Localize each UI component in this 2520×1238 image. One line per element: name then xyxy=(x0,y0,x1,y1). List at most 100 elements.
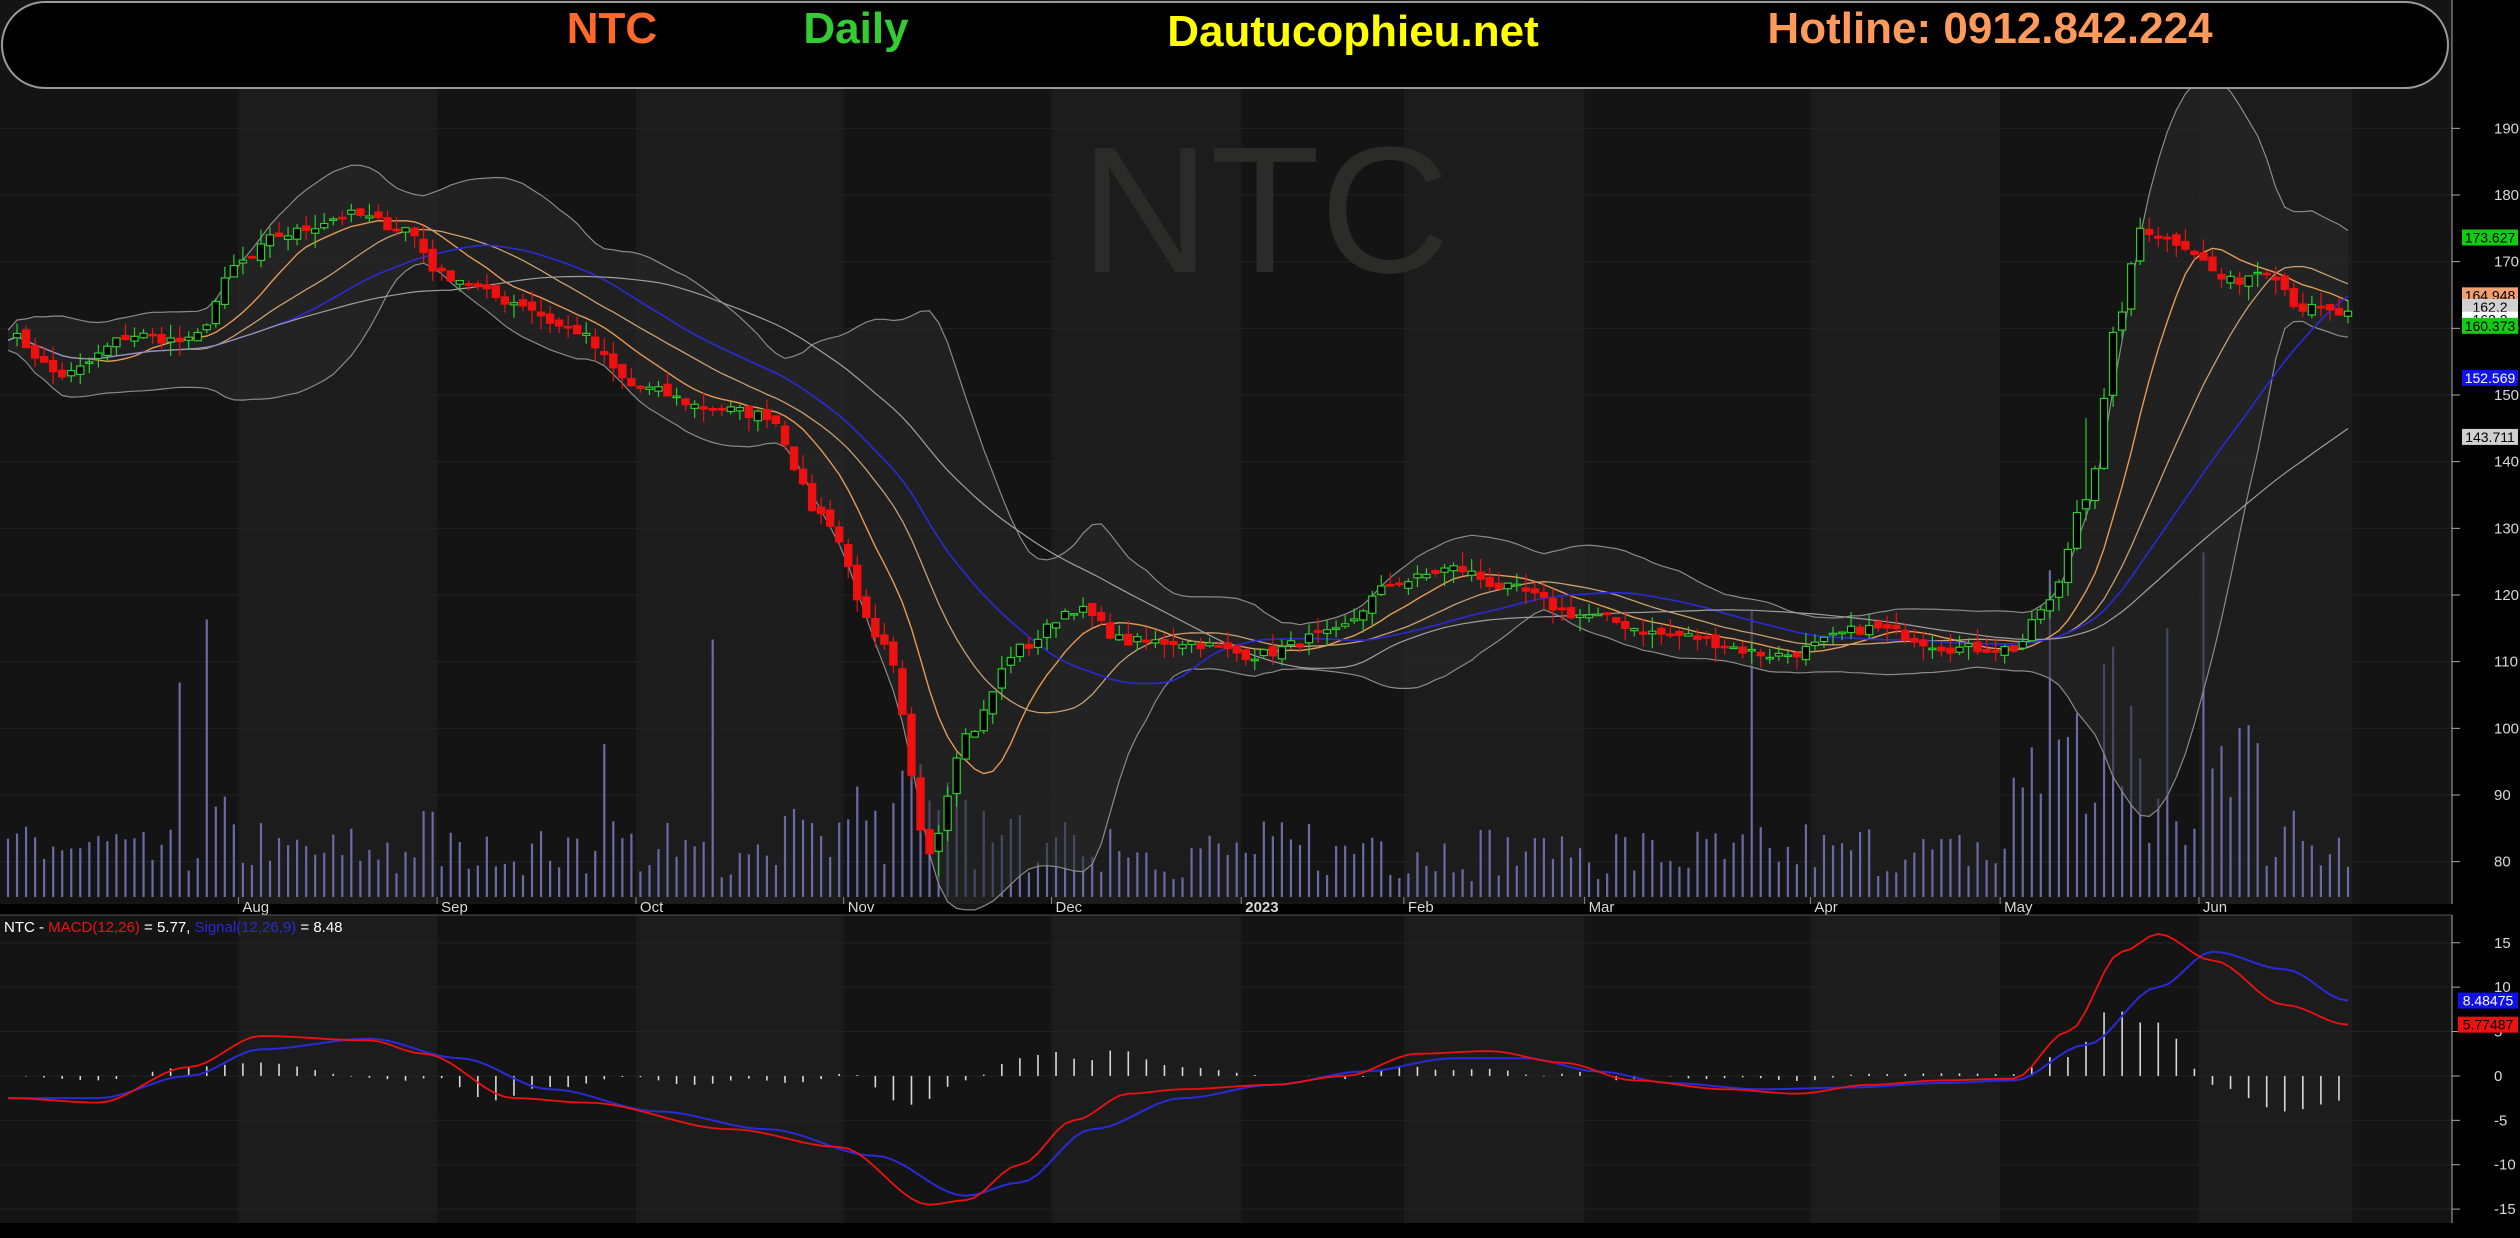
candle-down xyxy=(2325,304,2335,311)
candle-down xyxy=(1223,642,1232,650)
candle-up xyxy=(2136,227,2145,262)
candle-up xyxy=(1187,640,1196,646)
candle-down xyxy=(392,228,401,232)
candle-up xyxy=(139,332,148,339)
macd-tick-label: -15 xyxy=(2494,1201,2516,1218)
candle-up xyxy=(112,337,121,348)
candle-up xyxy=(1684,633,1693,637)
price-tag-label: 152.569 xyxy=(2465,370,2516,386)
candle-down xyxy=(1639,631,1648,635)
price-tick-label: 80 xyxy=(2494,854,2511,871)
candle-down xyxy=(807,483,817,512)
candle-up xyxy=(1151,639,1160,644)
candle-down xyxy=(1386,583,1395,587)
candle-down xyxy=(871,618,880,638)
candle-down xyxy=(1268,646,1278,657)
candle-down xyxy=(1693,635,1702,641)
macd-legend-sep: - xyxy=(35,919,48,936)
candle-up xyxy=(1440,567,1449,573)
candle-up xyxy=(735,407,745,412)
candle-up xyxy=(1205,642,1214,647)
candle-up xyxy=(654,386,663,392)
macd-tag-label: 5.77487 xyxy=(2463,1017,2514,1033)
candle-up xyxy=(1512,583,1522,587)
month-band xyxy=(238,0,438,904)
candle-up xyxy=(1765,656,1774,660)
month-band xyxy=(1810,0,2001,904)
candle-down xyxy=(1106,622,1115,639)
price-tag-label: 160.373 xyxy=(2465,318,2516,334)
candle-up xyxy=(582,332,591,336)
candle-down xyxy=(1431,570,1440,574)
price-tick-label: 140 xyxy=(2494,454,2519,471)
candle-down xyxy=(1919,639,1928,647)
candle-down xyxy=(410,227,419,237)
candle-up xyxy=(1846,625,1856,634)
candle-down xyxy=(2208,256,2217,272)
candle-up xyxy=(2072,511,2082,549)
candle-down xyxy=(536,311,546,317)
candle-down xyxy=(844,544,853,568)
candle-down xyxy=(663,383,672,397)
candle-up xyxy=(166,337,175,343)
candle-down xyxy=(2334,307,2344,316)
candle-up xyxy=(2018,640,2027,649)
candle-down xyxy=(491,285,501,298)
candle-up xyxy=(193,331,202,342)
candle-down xyxy=(374,211,383,219)
candle-down xyxy=(464,283,473,286)
candle-down xyxy=(1991,650,2000,653)
candle-down xyxy=(1548,598,1558,611)
candle-down xyxy=(1232,645,1241,654)
candle-down xyxy=(2262,272,2271,276)
candle-down xyxy=(618,363,627,379)
candle-up xyxy=(256,243,266,261)
candle-up xyxy=(1928,647,1937,651)
candle-up xyxy=(970,730,979,738)
candle-up xyxy=(988,691,997,715)
candle-up xyxy=(1304,633,1314,644)
candle-down xyxy=(1097,611,1106,622)
candle-up xyxy=(1503,582,1512,590)
candle-up xyxy=(997,668,1007,689)
candle-down xyxy=(762,409,772,421)
candle-up xyxy=(1259,649,1269,657)
candle-down xyxy=(853,564,862,601)
watermark: NTC xyxy=(1080,110,1450,311)
candle-up xyxy=(1810,641,1820,647)
price-tick-label: 110 xyxy=(2494,654,2518,671)
candle-down xyxy=(1611,617,1621,623)
month-label: Apr xyxy=(1814,899,1837,916)
candle-up xyxy=(1783,654,1793,658)
candle-up xyxy=(2343,310,2353,317)
candle-up xyxy=(1133,636,1142,643)
candle-up xyxy=(2226,275,2235,284)
candle-up xyxy=(455,280,464,285)
month-label: Mar xyxy=(1589,899,1615,916)
candle-down xyxy=(1675,630,1684,636)
macd-legend-signal-value: = 8.48 xyxy=(296,919,342,936)
candle-up xyxy=(1467,570,1476,576)
candle-up xyxy=(1404,581,1413,589)
candle-up xyxy=(1449,565,1458,572)
candle-down xyxy=(1241,649,1250,661)
candle-down xyxy=(356,208,365,216)
macd-tick-label: 0 xyxy=(2494,1068,2502,1085)
candle-down xyxy=(1910,637,1919,643)
candle-up xyxy=(943,795,952,832)
candle-down xyxy=(1873,621,1883,629)
candle-down xyxy=(2199,252,2208,261)
price-tick-label: 150 xyxy=(2494,387,2519,404)
candle-up xyxy=(1422,573,1431,579)
candle-up xyxy=(347,209,356,215)
candle-down xyxy=(21,329,31,349)
candle-down xyxy=(1521,587,1531,592)
candle-up xyxy=(292,227,302,240)
candle-up xyxy=(1277,646,1287,660)
candle-down xyxy=(1530,588,1540,594)
candle-up xyxy=(1069,613,1079,616)
candle-down xyxy=(518,299,528,307)
candle-down xyxy=(48,359,58,373)
candle-down xyxy=(2289,288,2298,308)
month-label: Oct xyxy=(640,899,664,916)
